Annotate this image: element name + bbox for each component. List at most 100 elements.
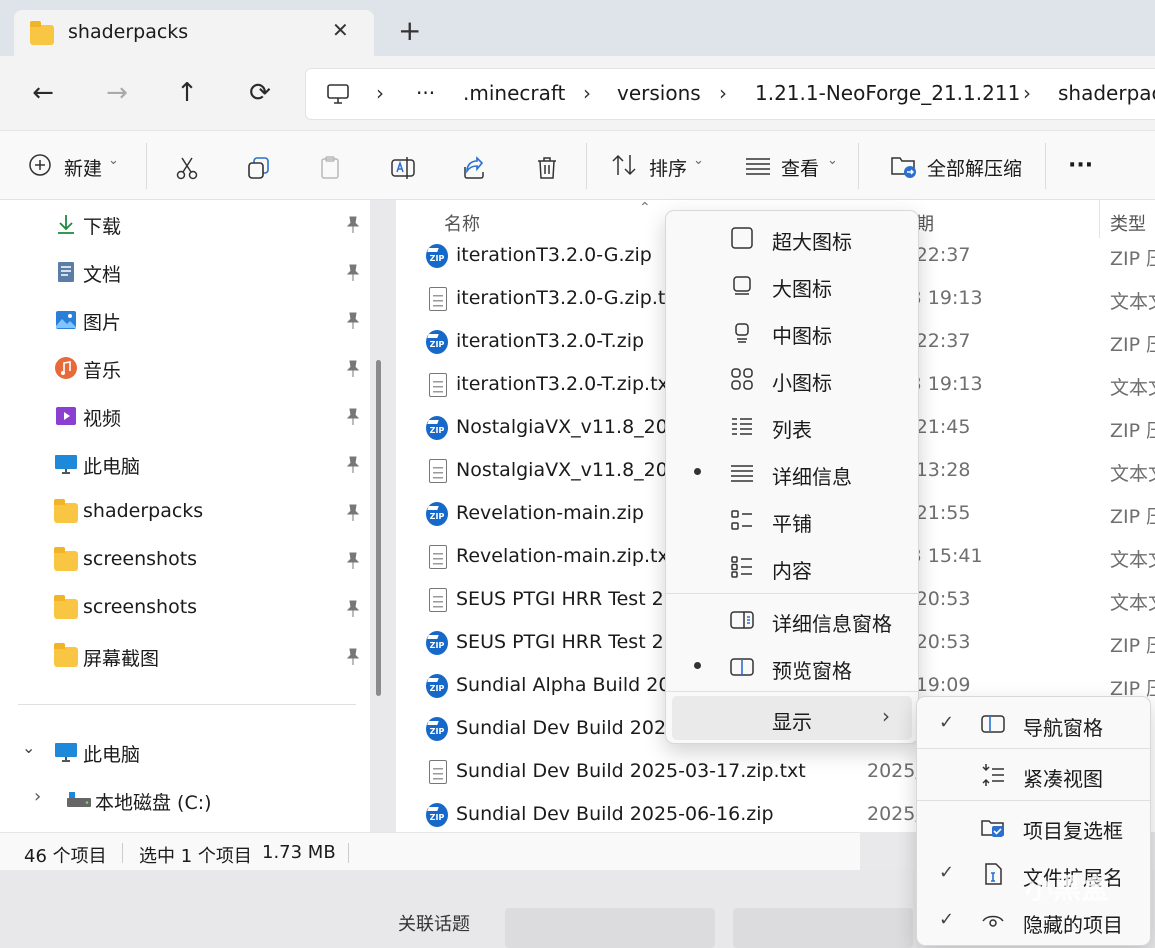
column-header-name[interactable]: 名称 [444, 210, 480, 236]
menu-item-label: 预览窗格 [772, 659, 852, 683]
menu-divider [666, 593, 918, 594]
menu-item-label: 紧凑视图 [1023, 767, 1103, 791]
back-button[interactable]: ← [26, 78, 60, 112]
pin-icon[interactable] [345, 312, 361, 330]
show-menu-item-item-checkbox[interactable]: 项目复选框 [917, 805, 1150, 849]
text-file-icon [426, 760, 450, 786]
sidebar-item-downloads[interactable]: 下载 [0, 202, 370, 246]
pin-icon[interactable] [345, 216, 361, 234]
tree-item-this-pc[interactable]: ⌄ 此电脑 [0, 730, 370, 774]
view-menu-item-small-icons[interactable]: 小图标 [666, 357, 918, 401]
new-label: 新建 [64, 158, 103, 180]
sidebar-item-shaderpacks[interactable]: shaderpacks [0, 490, 370, 534]
sidebar-item-this-pc[interactable]: 此电脑 [0, 442, 370, 486]
sidebar-item-pictures[interactable]: 图片 [0, 298, 370, 342]
show-menu-item-compact-view[interactable]: 紧凑视图 [917, 753, 1150, 797]
selected-dot-icon [694, 468, 701, 475]
sidebar-item-screenshots[interactable]: screenshots [0, 538, 370, 582]
pin-icon[interactable] [345, 360, 361, 378]
up-button[interactable]: ↑ [170, 78, 204, 112]
pin-icon[interactable] [345, 456, 361, 474]
zip-file-icon: ZIP [426, 502, 450, 528]
pin-icon[interactable] [345, 648, 361, 666]
toolbar-divider [1045, 143, 1046, 189]
view-menu: 超大图标大图标中图标 小图标 列表 详细信息 平铺 内容详细信息窗格预览窗格显示 › [665, 210, 919, 744]
share-icon[interactable] [462, 155, 488, 181]
rename-icon[interactable] [390, 155, 416, 181]
breadcrumb-ellipsis[interactable]: ··· [416, 81, 435, 105]
sidebar-item-screen-captures[interactable]: 屏幕截图 [0, 634, 370, 678]
text-file-icon [426, 373, 450, 399]
view-menu-item-preview-pane[interactable]: 预览窗格 [666, 645, 918, 689]
sidebar-scrollbar[interactable] [376, 360, 381, 696]
address-bar[interactable]: › ··· .minecraft › versions › 1.21.1-Neo… [305, 68, 1155, 120]
pin-icon[interactable] [345, 264, 361, 282]
new-tab-button[interactable]: + [398, 14, 421, 47]
view-menu-item-large-icons[interactable]: 大图标 [666, 263, 918, 307]
file-extension-icon [985, 863, 1002, 885]
pin-icon[interactable] [345, 504, 361, 522]
show-submenu: ✓ 导航窗格 紧凑视图 项目复选框 ✓ 文件扩展名 ✓ 隐藏的项目 小黑盒 [916, 696, 1151, 946]
view-menu-item-details[interactable]: 详细信息 [666, 451, 918, 495]
file-name: NostalgiaVX_v11.8_2025 [456, 459, 693, 481]
tree-item-local-disk[interactable]: › 本地磁盘 (C:) [0, 778, 370, 822]
sidebar-item-label: 文档 [83, 264, 122, 286]
breadcrumb-shaderpacks[interactable]: shaderpacks [1058, 81, 1155, 105]
file-type: ZIP 压 [1110, 420, 1155, 442]
breadcrumb-neoforge[interactable]: 1.21.1-NeoForge_21.1.211 [755, 81, 1020, 105]
breadcrumb-minecraft[interactable]: .minecraft [463, 81, 565, 105]
view-menu-item-tiles[interactable]: 平铺 [666, 498, 918, 542]
column-header-type[interactable]: 类型 [1110, 210, 1146, 236]
selected-count: 选中 1 个项目 [139, 846, 252, 867]
tab-shaderpacks[interactable]: shaderpacks ✕ [14, 10, 374, 56]
forward-button[interactable]: → [100, 78, 134, 112]
sidebar-item-music[interactable]: 音乐 [0, 346, 370, 390]
details-icon [731, 465, 753, 482]
breadcrumb-versions[interactable]: versions [617, 81, 701, 105]
refresh-button[interactable]: ⟳ [243, 78, 277, 112]
menu-item-label: 大图标 [772, 277, 832, 301]
view-menu-item-list[interactable]: 列表 [666, 404, 918, 448]
checkmark-icon: ✓ [939, 909, 955, 930]
file-type: 文本文 [1110, 291, 1155, 313]
show-menu-item-navigation-pane[interactable]: ✓ 导航窗格 [917, 702, 1150, 746]
view-menu-item-details-pane[interactable]: 详细信息窗格 [666, 598, 918, 642]
file-name: Revelation-main.zip.txt [456, 545, 677, 567]
chevron-right-icon: › [583, 81, 591, 105]
view-menu-item-show[interactable]: 显示 › [672, 696, 912, 740]
file-name: Sundial Dev Build 2025-03-17.zip.txt [456, 760, 806, 782]
file-type: 文本文 [1110, 377, 1155, 399]
pictures-icon [56, 311, 76, 329]
more-options-icon[interactable]: ··· [1068, 153, 1093, 178]
file-name: iterationT3.2.0-G.zip.txt [456, 287, 685, 309]
file-name: Revelation-main.zip [456, 502, 644, 524]
command-bar: 新建 ⌄ 排序 ⌄ 查看 ⌄ 全部解压缩 ··· [0, 130, 1155, 200]
copy-icon[interactable] [246, 155, 272, 181]
pin-icon[interactable] [345, 600, 361, 618]
sidebar-item-label: screenshots [83, 596, 198, 618]
sidebar-item-label: 此电脑 [83, 456, 141, 478]
toolbar-divider [586, 143, 587, 189]
pin-icon[interactable] [345, 552, 361, 570]
toolbar-divider [146, 143, 147, 189]
chevron-down-icon[interactable]: ⌄ [22, 738, 35, 757]
cut-icon[interactable] [174, 155, 200, 181]
item-count: 46 个项目 [24, 846, 107, 867]
video-icon [56, 407, 76, 425]
chevron-right-icon[interactable]: › [34, 786, 41, 807]
tab-title: shaderpacks [68, 21, 189, 43]
extract-folder-icon [891, 157, 916, 178]
menu-item-label: 隐藏的项目 [1023, 913, 1123, 937]
topic-label: 关联话题 [398, 914, 470, 935]
paste-icon[interactable] [318, 155, 344, 181]
sidebar-item-videos[interactable]: 视频 [0, 394, 370, 438]
chevron-down-icon: ⌄ [108, 153, 119, 168]
view-menu-item-content[interactable]: 内容 [666, 545, 918, 589]
pin-icon[interactable] [345, 408, 361, 426]
view-menu-item-medium-icons[interactable]: 中图标 [666, 310, 918, 354]
sidebar-item-screenshots[interactable]: screenshots [0, 586, 370, 630]
delete-icon[interactable] [534, 155, 560, 181]
view-menu-item-extra-large-icons[interactable]: 超大图标 [666, 216, 918, 260]
sidebar-item-documents[interactable]: 文档 [0, 250, 370, 294]
close-icon[interactable]: ✕ [332, 18, 349, 42]
